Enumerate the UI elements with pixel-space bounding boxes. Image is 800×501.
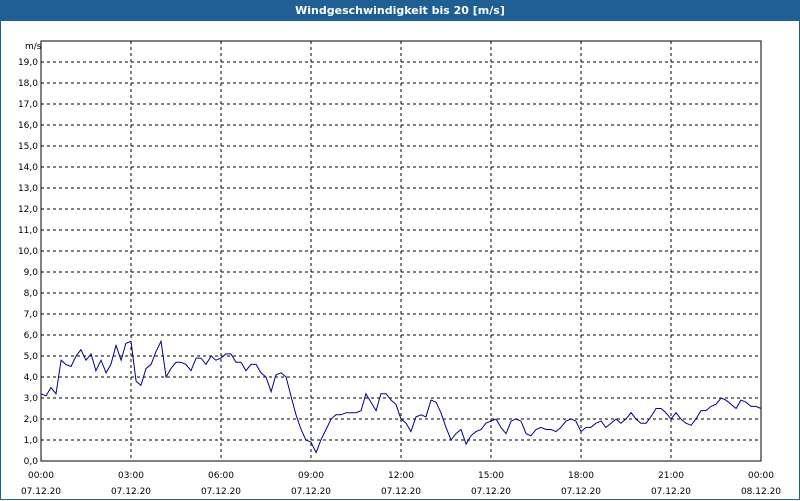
y-tick-label: 2,0 (24, 415, 39, 425)
x-tick-date: 07.12.20 (651, 487, 691, 497)
y-tick-label: 1,0 (24, 436, 39, 446)
x-tick-time: 06:00 (208, 471, 234, 481)
y-axis-ticks: 0,0 1,0 2,0 3,0 4,0 5,0 6,0 7,0 8,0 9,0 10,0 11,0 12… (18, 58, 38, 467)
y-tick-label: 10,0 (18, 247, 38, 257)
x-tick-date: 07.12.20 (471, 487, 511, 497)
y-tick-label: 4,0 (24, 373, 39, 383)
x-tick-time: 00:00 (748, 471, 774, 481)
y-tick-label: 18,0 (18, 79, 38, 89)
x-tick-time: 15:00 (478, 471, 504, 481)
chart-grid (41, 41, 761, 461)
y-tick-label: 9,0 (24, 268, 39, 278)
x-axis-ticks: 00:00 07.12.20 03:00 07.12.20 06:00 07.12.20 0… (21, 471, 781, 497)
x-tick-time: 18:00 (568, 471, 594, 481)
y-tick-label: 14,0 (18, 163, 38, 173)
y-tick-label: 11,0 (18, 226, 38, 236)
y-axis-label: m/s (25, 42, 42, 52)
x-tick-date: 08.12.20 (741, 487, 781, 497)
x-tick-date: 07.12.20 (561, 487, 601, 497)
x-tick-time: 09:00 (298, 471, 324, 481)
y-tick-label: 0,0 (24, 457, 39, 467)
y-tick-label: 13,0 (18, 184, 38, 194)
x-tick-date: 07.12.20 (201, 487, 241, 497)
x-tick-date: 07.12.20 (21, 487, 61, 497)
x-tick-date: 07.12.20 (111, 487, 151, 497)
x-tick-time: 00:00 (28, 471, 54, 481)
line-chart: 0,0 1,0 2,0 3,0 4,0 5,0 6,0 7,0 8,0 9,0 10,0 11,0 12… (18, 40, 781, 497)
y-tick-label: 17,0 (18, 100, 38, 110)
x-tick-date: 07.12.20 (291, 487, 331, 497)
y-tick-label: 5,0 (24, 352, 39, 362)
y-tick-label: 15,0 (18, 142, 38, 152)
y-tick-label: 16,0 (18, 121, 38, 131)
x-tick-time: 12:00 (388, 471, 414, 481)
y-tick-label: 6,0 (24, 331, 39, 341)
y-tick-label: 7,0 (24, 310, 39, 320)
y-tick-label: 8,0 (24, 289, 39, 299)
y-tick-label: 3,0 (24, 394, 39, 404)
y-tick-label: 19,0 (18, 58, 38, 68)
x-tick-date: 07.12.20 (381, 487, 421, 497)
chart-window: Windgeschwindigkeit bis 20 [m/s] 0,0 1,0 2… (0, 0, 800, 500)
y-tick-label: 12,0 (18, 205, 38, 215)
x-tick-time: 03:00 (118, 471, 144, 481)
x-tick-time: 21:00 (658, 471, 684, 481)
